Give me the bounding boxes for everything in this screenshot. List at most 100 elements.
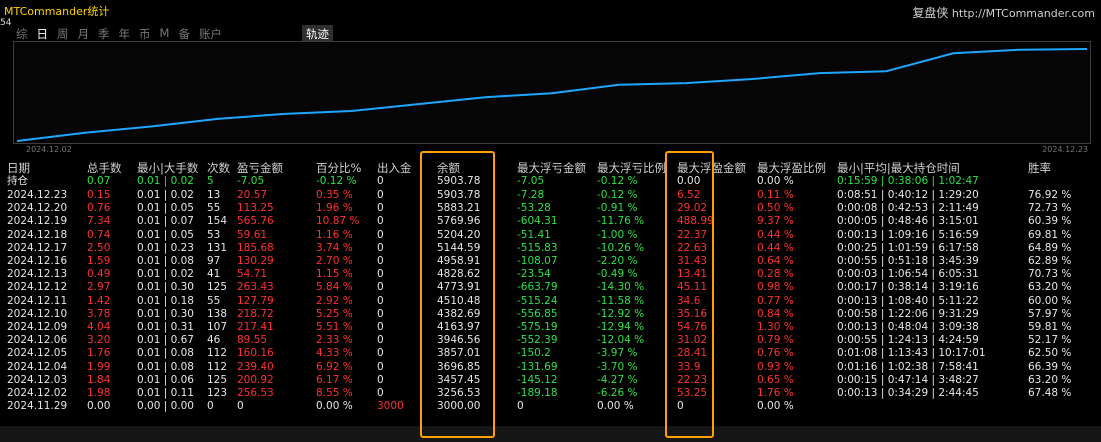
table-row-win: 76.92 % [1028, 189, 1072, 201]
table-row-max-dd-pct: -0.49 % [597, 268, 638, 281]
tab-period-2[interactable]: 周 [57, 26, 69, 42]
tab-period-3[interactable]: 月 [78, 26, 90, 42]
position-row-max-dd: -7.05 [517, 175, 545, 187]
table-row-flow: 3000 [377, 400, 404, 413]
table-row-max-dd: -556.85 [517, 307, 558, 320]
table-row-max-fp-pct: 0.93 % [757, 360, 794, 373]
column-header-pct[interactable]: 百分比% [316, 160, 361, 175]
table-row-hold: 0:00:55 | 1:24:13 | 4:24:59 [837, 334, 979, 347]
tab-trajectory[interactable]: 轨迹 [302, 25, 333, 42]
table-row-max-dd: -145.12 [517, 373, 558, 386]
tab-period-6[interactable]: 币 [139, 26, 151, 42]
table-row-date: 2024.12.09 [7, 321, 68, 333]
table-row-lots: 1.99 [87, 360, 111, 373]
tab-period-7[interactable]: M [160, 26, 170, 42]
table-row-flow: 0 [377, 241, 384, 254]
table-row-pnl: 127.79 [237, 294, 274, 307]
table-row-max-dd: -515.24 [517, 294, 558, 307]
table-row-count: 46 [207, 334, 221, 347]
table-row-minmax: 0.01 | 0.05 [137, 228, 194, 241]
total-row-band [0, 426, 1101, 442]
table-row-flow: 0 [377, 228, 384, 241]
table-row-max-dd-pct: -12.04 % [597, 334, 645, 347]
table-row-count: 131 [207, 241, 228, 254]
table-row-pct: 4.33 % [316, 347, 353, 360]
column-header-date[interactable]: 日期 [7, 160, 30, 175]
table-row-max-dd: -575.19 [517, 321, 558, 333]
balance-column-highlight [420, 151, 495, 438]
table-row-lots: 0.74 [87, 228, 111, 241]
column-header-hold[interactable]: 最小|平均|最大持仓时间 [837, 160, 960, 175]
table-row-max-fp-pct: 0.79 % [757, 334, 794, 347]
column-header-minmax[interactable]: 最小|大手数 [137, 160, 198, 175]
table-row-win: 59.81 % [1028, 321, 1072, 333]
table-row-pnl: 0 [237, 400, 244, 413]
table-row-max-dd: -51.41 [517, 228, 551, 241]
brand-name: 复盘侠 [912, 6, 949, 20]
table-row-pct: 6.92 % [316, 360, 353, 373]
table-row-hold: 0:00:13 | 0:48:04 | 3:09:38 [837, 321, 979, 333]
table-row-max-dd: -515.83 [517, 241, 558, 254]
table-row-lots: 1.76 [87, 347, 111, 360]
table-row-max-dd: -663.79 [517, 281, 558, 294]
position-row-pct: -0.12 % [316, 175, 357, 187]
table-row-lots: 3.20 [87, 334, 111, 347]
column-header-count[interactable]: 次数 [207, 160, 230, 175]
table-row-flow: 0 [377, 255, 384, 267]
table-row-max-fp-pct: 0.77 % [757, 294, 794, 307]
table-row-pct: 0.00 % [316, 400, 353, 413]
table-row-minmax: 0.01 | 0.05 [137, 202, 194, 215]
table-row-max-fp-pct: 0.64 % [757, 255, 794, 267]
table-row-hold: 0:00:13 | 1:08:40 | 5:11:22 [837, 294, 979, 307]
table-row-date: 2024.12.17 [7, 241, 68, 254]
table-row-pct: 10.87 % [316, 215, 360, 228]
table-row-date: 2024.12.04 [7, 360, 68, 373]
table-row-pnl: 59.61 [237, 228, 268, 241]
tab-period-4[interactable]: 季 [98, 26, 110, 42]
table-row-minmax: 0.01 | 0.02 [137, 189, 194, 201]
table-row-flow: 0 [377, 307, 384, 320]
table-row-minmax: 0.01 | 0.08 [137, 360, 194, 373]
table-row-pct: 0.35 % [316, 189, 353, 201]
table-row-pct: 2.92 % [316, 294, 353, 307]
table-row-date: 2024.12.19 [7, 215, 68, 228]
table-row-minmax: 0.01 | 0.23 [137, 241, 194, 254]
table-row-lots: 0.00 [87, 400, 111, 413]
tab-period-1[interactable]: 日 [37, 26, 49, 42]
table-row-minmax: 0.01 | 0.08 [137, 255, 194, 267]
table-row-pct: 1.16 % [316, 228, 353, 241]
tab-period-0[interactable]: 综 [16, 26, 28, 42]
table-row-hold: 0:00:58 | 1:22:06 | 9:31:29 [837, 307, 979, 320]
table-row-date: 2024.12.10 [7, 307, 68, 320]
table-row-pnl: 217.41 [237, 321, 274, 333]
table-row-flow: 0 [377, 334, 384, 347]
brand[interactable]: 复盘侠 http://MTCommander.com [912, 4, 1095, 21]
column-header-flow[interactable]: 出入金 [377, 160, 412, 175]
table-row-lots: 0.49 [87, 268, 111, 281]
table-row-lots: 1.42 [87, 294, 111, 307]
table-row-count: 107 [207, 321, 228, 333]
brand-url[interactable]: http://MTCommander.com [952, 7, 1095, 20]
table-row-flow: 0 [377, 215, 384, 228]
tab-period-8[interactable]: 备 [178, 26, 190, 42]
tab-period-9[interactable]: 账户 [199, 26, 222, 42]
column-header-max-dd[interactable]: 最大浮亏金额 [517, 160, 586, 175]
table-row-max-dd-pct: -14.30 % [597, 281, 645, 294]
table-row-win: 66.39 % [1028, 360, 1072, 373]
tab-period-5[interactable]: 年 [119, 26, 131, 42]
table-row-max-dd-pct: 0.00 % [597, 400, 634, 413]
column-header-pnl[interactable]: 盈亏金额 [237, 160, 283, 175]
table-row-hold: 0:00:03 | 1:06:54 | 6:05:31 [837, 268, 979, 281]
table-row-max-fp-pct: 0.76 % [757, 347, 794, 360]
table-row-count: 112 [207, 347, 228, 360]
column-header-lots[interactable]: 总手数 [87, 160, 122, 175]
table-row-max-dd-pct: -12.92 % [597, 307, 645, 320]
table-row-pct: 5.51 % [316, 321, 353, 333]
table-row-hold: 0:00:17 | 0:38:14 | 3:19:16 [837, 281, 979, 294]
column-header-max-dd-pct[interactable]: 最大浮亏比例 [597, 160, 666, 175]
column-header-win[interactable]: 胜率 [1028, 160, 1051, 175]
position-row-pnl: -7.05 [237, 175, 265, 187]
table-row-pct: 5.84 % [316, 281, 353, 294]
table-row-date: 2024.12.11 [7, 294, 68, 307]
column-header-max-fp-pct[interactable]: 最大浮盈比例 [757, 160, 826, 175]
